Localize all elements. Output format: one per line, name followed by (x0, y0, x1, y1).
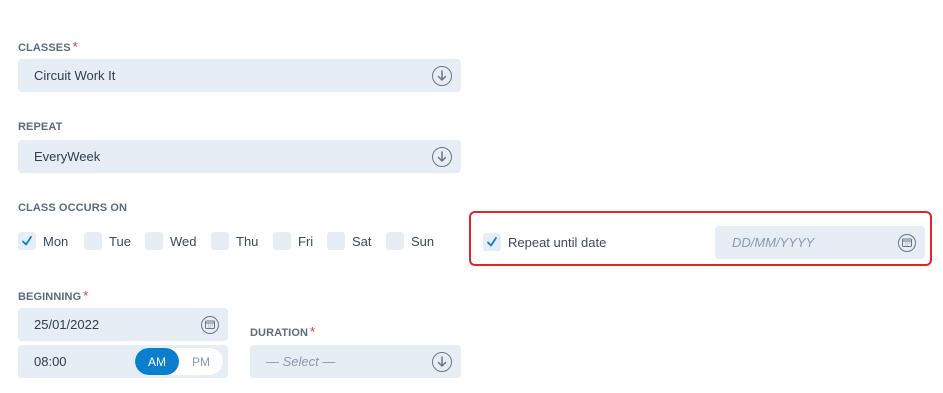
repeat-until-date-input[interactable]: DD/MM/YYYY (715, 226, 925, 259)
day-label: Sat (352, 233, 372, 249)
required-marker: * (83, 288, 89, 303)
calendar-icon[interactable] (201, 315, 219, 334)
checkbox[interactable] (273, 232, 291, 250)
duration-label: DURATION * (250, 324, 315, 339)
calendar-icon[interactable] (898, 233, 916, 252)
arrow-down-circle-icon[interactable] (432, 65, 452, 86)
day-checkbox-sat[interactable]: Sat (327, 231, 372, 251)
repeat-until-label: Repeat until date (508, 234, 607, 250)
class-occurs-on-label: CLASS OCCURS ON (18, 202, 127, 214)
pm-option[interactable]: PM (179, 348, 223, 375)
checkbox[interactable] (18, 232, 36, 250)
checkbox[interactable] (145, 232, 163, 250)
beginning-date-input[interactable]: 25/01/2022 (18, 308, 228, 341)
day-label: Sun (411, 233, 435, 249)
day-label: Thu (236, 233, 259, 249)
checkbox[interactable] (327, 232, 345, 250)
repeat-until-checkbox[interactable]: Repeat until date (483, 232, 606, 252)
beginning-label-text: BEGINNING (18, 291, 82, 303)
beginning-label: BEGINNING * (18, 288, 88, 303)
classes-select[interactable]: Circuit Work It (18, 59, 461, 92)
date-placeholder: DD/MM/YYYY (732, 235, 815, 250)
day-checkbox-fri[interactable]: Fri (273, 231, 313, 251)
duration-select[interactable]: — Select — (250, 345, 461, 378)
arrow-down-circle-icon[interactable] (432, 351, 452, 372)
classes-label-text: CLASSES (18, 42, 71, 54)
classes-value: Circuit Work It (34, 68, 116, 83)
day-checkbox-thu[interactable]: Thu (211, 231, 258, 251)
checkbox[interactable] (386, 232, 404, 250)
am-option[interactable]: AM (135, 348, 179, 375)
required-marker: * (72, 39, 78, 54)
classes-label: CLASSES * (18, 39, 78, 54)
day-checkbox-sun[interactable]: Sun (386, 231, 434, 251)
am-pm-toggle[interactable]: AM PM (135, 348, 223, 375)
required-marker: * (310, 324, 316, 339)
checkbox[interactable] (211, 232, 229, 250)
day-label: Fri (298, 233, 314, 249)
repeat-value: EveryWeek (34, 149, 101, 164)
day-checkbox-wed[interactable]: Wed (145, 231, 197, 251)
beginning-date-value: 25/01/2022 (34, 317, 100, 332)
duration-label-text: DURATION (250, 327, 309, 339)
day-checkbox-mon[interactable]: Mon (18, 231, 68, 251)
checkbox[interactable] (84, 232, 102, 250)
day-label: Wed (170, 233, 197, 249)
repeat-label: REPEAT (18, 121, 62, 133)
checkbox[interactable] (483, 233, 501, 251)
arrow-down-circle-icon[interactable] (432, 146, 452, 167)
repeat-select[interactable]: EveryWeek (18, 140, 461, 173)
day-checkbox-tue[interactable]: Tue (84, 231, 131, 251)
repeat-label-text: REPEAT (18, 121, 63, 133)
day-label: Tue (109, 233, 131, 249)
class-occurs-on-label-text: CLASS OCCURS ON (18, 202, 128, 214)
day-label: Mon (43, 233, 69, 249)
